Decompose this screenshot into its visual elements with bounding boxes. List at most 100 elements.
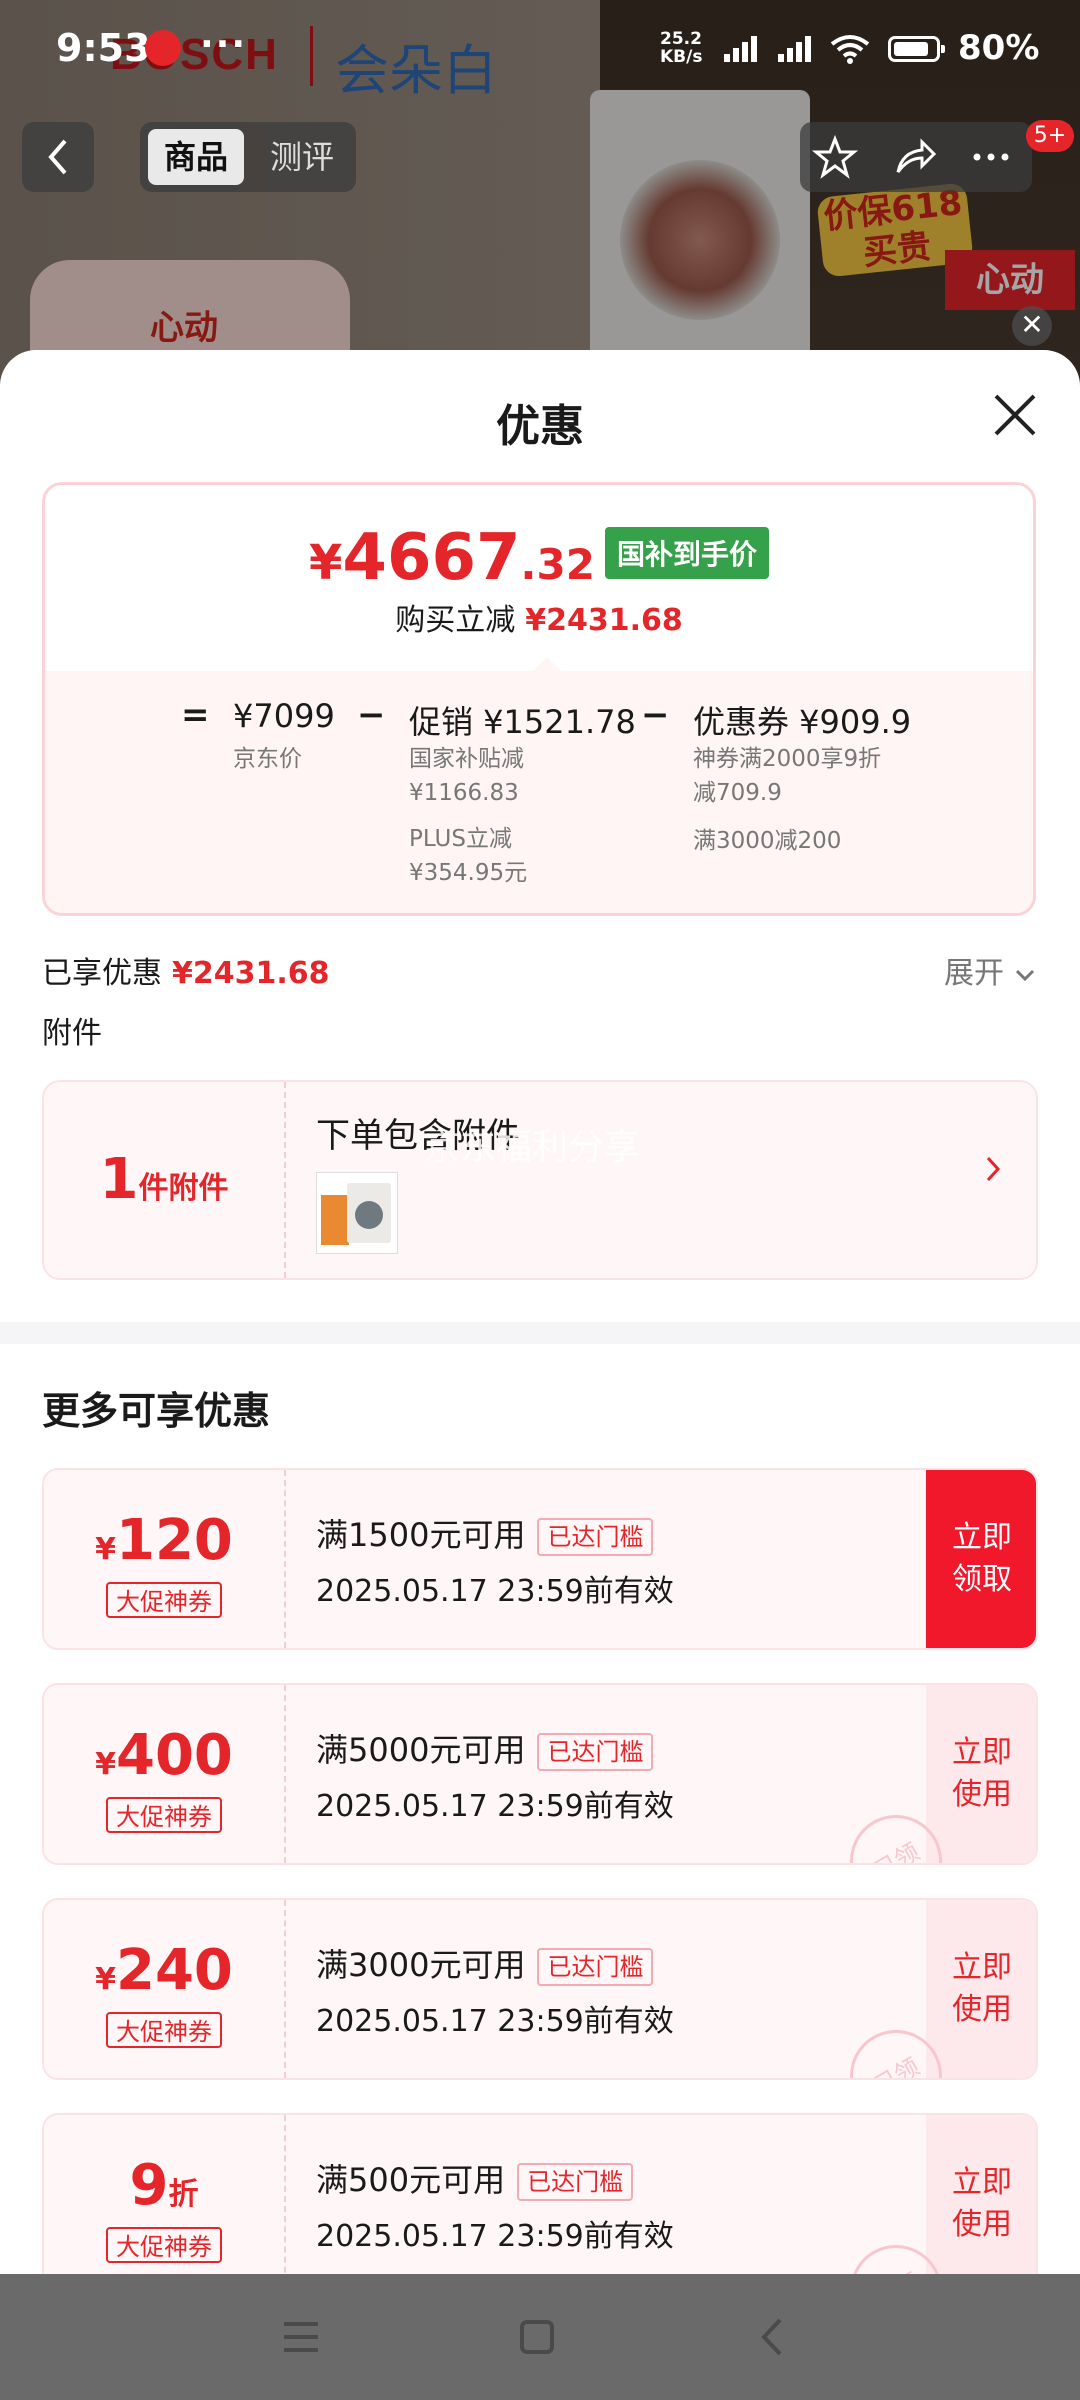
coupon-symbol: ¥ <box>95 1532 116 1567</box>
jd-price-label: 京东价 <box>233 746 302 772</box>
coupon-value: 120 <box>115 1508 233 1573</box>
threshold-reached-badge: 已达门槛 <box>517 2163 634 2201</box>
signal-icon <box>724 36 757 62</box>
threshold-reached-badge: 已达门槛 <box>537 1733 654 1771</box>
coupon-divider <box>284 2115 286 2274</box>
breakdown-pointer <box>533 657 561 671</box>
thumb-box <box>321 1195 349 1245</box>
signal-icon-2 <box>778 36 811 62</box>
chevron-down-icon <box>1015 969 1034 982</box>
coupon-divider <box>284 1685 286 1863</box>
use-coupon-button[interactable]: 立即使用 <box>926 2115 1036 2274</box>
watermark-text: 京东福利分享 <box>424 1127 641 1168</box>
status-time: 9:53 <box>56 26 151 70</box>
nav-actions <box>800 122 1032 192</box>
instant-discount-value: ¥2431.68 <box>525 603 683 638</box>
jd-price: ¥7099 <box>233 697 335 735</box>
coupon-validity: 2025.05.17 23:59前有效 <box>316 1789 674 1824</box>
coupon-symbol: ¥ <box>95 1962 116 1997</box>
status-bar: 9:53 ··· 25.2 KB/s 80% <box>0 0 1080 100</box>
coupon-condition-text: 满500元可用 <box>316 2161 506 2199</box>
coupon-card: 9折 大促神券 满500元可用 已达门槛 2025.05.17 23:59前有效 … <box>42 2113 1038 2274</box>
use-coupon-button[interactable]: 立即使用 <box>926 1685 1036 1863</box>
enjoyed-label: 已享优惠 <box>42 956 162 991</box>
instant-discount-label: 购买立减 <box>395 603 516 638</box>
plus-discount-label: PLUS立减 <box>409 826 512 852</box>
claim-coupon-button[interactable]: 立即领取 <box>926 1470 1036 1648</box>
section-gap <box>0 1322 1080 1344</box>
equals-sign: = <box>181 695 210 735</box>
price-summary-card: ¥4667.32 国补到手价 购买立减 ¥2431.68 = ¥7099 京东价 −… <box>42 482 1036 916</box>
expand-label: 展开 <box>944 956 1004 991</box>
coupon-card: ¥400 大促神券 满5000元可用 已达门槛 2025.05.17 23:59前… <box>42 1683 1038 1865</box>
coupon-amount: ¥120 <box>44 1508 284 1573</box>
price-breakdown: = ¥7099 京东价 − 促销 ¥1521.78 国家补贴减 ¥1166.83… <box>45 657 1033 913</box>
use-coupon-button[interactable]: 立即使用 <box>926 1900 1036 2078</box>
coupon-amount: 9折 <box>44 2153 284 2218</box>
thumb-washer <box>347 1183 391 1243</box>
coupon-validity: 2025.05.17 23:59前有效 <box>316 2219 674 2254</box>
subsidy-value: ¥1166.83 <box>409 780 519 806</box>
attachment-count: 1件附件 <box>44 1082 284 1278</box>
chevron-right-icon <box>986 1156 1001 1182</box>
coupon-divider <box>284 1470 286 1648</box>
coupon-validity: 2025.05.17 23:59前有效 <box>316 1574 674 1609</box>
enjoyed-discount: 已享优惠 ¥2431.68 <box>42 948 330 992</box>
coupon-validity: 2025.05.17 23:59前有效 <box>316 2004 674 2039</box>
enjoyed-value: ¥2431.68 <box>172 956 330 991</box>
coupon-detail-line3: 满3000减200 <box>693 828 842 854</box>
coupon-kind-badge: 大促神券 <box>106 2012 222 2048</box>
coupon-condition: 满5000元可用 已达门槛 <box>316 1725 654 1771</box>
more-icon[interactable] <box>968 134 1014 180</box>
coupon-kind-badge: 大促神券 <box>106 1582 222 1618</box>
float-close-icon[interactable]: ✕ <box>1012 306 1052 346</box>
more-notifications-icon: ··· <box>200 24 248 65</box>
coupon-condition: 满1500元可用 已达门槛 <box>316 1510 654 1556</box>
home-icon[interactable] <box>514 2314 560 2360</box>
final-price: ¥4667.32 <box>309 521 595 595</box>
instant-discount-row: 购买立减 ¥2431.68 <box>45 595 1033 639</box>
network-speed: 25.2 KB/s <box>660 30 702 66</box>
coupon-condition-text: 满5000元可用 <box>316 1731 526 1769</box>
coupon-suffix: 折 <box>168 2177 199 2212</box>
coupon-detail-line2: 减709.9 <box>693 780 782 806</box>
attachment-section-title: 附件 <box>42 1016 102 1051</box>
coupon-condition: 满3000元可用 已达门槛 <box>316 1940 654 1986</box>
price-decimal: .32 <box>520 540 595 589</box>
attachment-thumbnail <box>316 1172 398 1254</box>
minus-sign-2: − <box>641 695 670 735</box>
expand-button[interactable]: 展开 <box>944 948 1036 992</box>
system-navigation-bar <box>0 2274 1080 2400</box>
final-price-row: ¥4667.32 国补到手价 <box>45 521 1033 601</box>
coupon-condition-text: 满3000元可用 <box>316 1946 526 1984</box>
menu-icon[interactable] <box>278 2314 324 2360</box>
promo-total: 促销 ¥1521.78 <box>409 703 636 741</box>
coupon-card: ¥240 大促神券 满3000元可用 已达门槛 2025.05.17 23:59前… <box>42 1898 1038 2080</box>
coupon-symbol: ¥ <box>95 1747 116 1782</box>
favorite-star-icon[interactable] <box>812 134 858 180</box>
battery-level <box>894 42 928 56</box>
coupon-value: 9 <box>129 2153 169 2218</box>
coupon-kind-badge: 大促神券 <box>106 2227 222 2263</box>
coupon-condition: 满500元可用 已达门槛 <box>316 2155 634 2201</box>
tab-product[interactable]: 商品 <box>148 129 244 185</box>
battery-icon <box>888 36 945 62</box>
coupon-divider <box>284 1900 286 2078</box>
subsidy-price-tag: 国补到手价 <box>604 527 769 579</box>
network-speed-unit: KB/s <box>660 47 703 67</box>
coupon-value: 240 <box>115 1938 233 2003</box>
attachment-card[interactable]: 1件附件 下单包含附件 京东福利分享 <box>42 1080 1038 1280</box>
subsidy-label: 国家补贴减 <box>409 746 524 772</box>
back-nav-icon[interactable] <box>750 2314 796 2360</box>
plus-discount-value: ¥354.95元 <box>409 860 528 886</box>
close-icon[interactable] <box>990 390 1040 440</box>
claim-button-label: 立即领取 <box>952 1520 1012 1597</box>
wifi-icon <box>830 35 870 64</box>
back-button[interactable] <box>22 122 94 192</box>
tab-review[interactable]: 测评 <box>256 129 348 185</box>
coupon-total: 优惠券 ¥909.9 <box>693 703 912 741</box>
share-icon[interactable] <box>892 134 938 180</box>
coupon-amount: ¥240 <box>44 1938 284 2003</box>
coupon-condition-text: 满1500元可用 <box>316 1516 526 1554</box>
thumb-washer-door <box>355 1201 383 1229</box>
